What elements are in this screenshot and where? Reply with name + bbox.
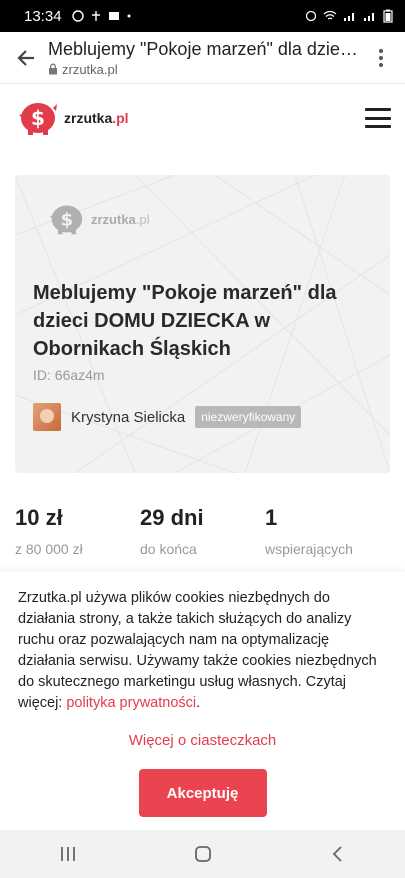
campaign-title: Meblujemy "Pokoje marzeń" dla dzieci DOM… bbox=[33, 282, 337, 360]
campaign-stats: 10 zł z 80 000 zł 29 dni do końca 1 wspi… bbox=[15, 505, 390, 557]
stat-value: 29 dni bbox=[140, 505, 204, 530]
more-about-cookies-link[interactable]: Więcej o ciasteczkach bbox=[18, 732, 387, 749]
back-arrow-icon[interactable] bbox=[6, 38, 46, 78]
stat-raised: 10 zł z 80 000 zł bbox=[15, 505, 140, 557]
author-avatar[interactable] bbox=[33, 403, 61, 431]
stat-days-left: 29 dni do końca bbox=[140, 505, 265, 557]
accept-cookies-button[interactable]: Akceptuję bbox=[138, 769, 267, 817]
author-name[interactable]: Krystyna Sielicka bbox=[71, 409, 185, 426]
campaign-author: Krystyna Sielicka niezweryfikowany bbox=[33, 403, 302, 431]
cookie-banner: Zrzutka.pl używa plików cookies niezbędn… bbox=[0, 572, 405, 830]
unverified-badge: niezweryfikowany bbox=[195, 406, 302, 428]
home-icon[interactable] bbox=[178, 834, 228, 874]
android-nav-bar bbox=[0, 830, 405, 878]
url-display: zrzutka.pl bbox=[48, 62, 363, 77]
campaign-hero-card: $ zrzutka.pl Meblujemy "Pokoje marzeń" d… bbox=[15, 175, 390, 473]
signal-icon bbox=[344, 13, 354, 21]
notification-icon bbox=[91, 11, 100, 21]
piggy-bank-logo-icon: $ bbox=[19, 103, 57, 135]
site-header: $ zrzutka.pl bbox=[0, 84, 405, 152]
stat-label: do końca bbox=[140, 541, 197, 557]
back-nav-icon[interactable] bbox=[313, 834, 363, 874]
stat-supporters: 1 wspierających bbox=[265, 505, 390, 557]
hero-logo-text: zrzutka.pl bbox=[91, 211, 150, 227]
address-area[interactable]: Meblujemy "Pokoje marzeń" dla dzie… zrzu… bbox=[48, 39, 363, 77]
system-icons bbox=[305, 9, 393, 23]
stat-label: wspierających bbox=[265, 541, 353, 557]
recent-apps-icon[interactable] bbox=[43, 834, 93, 874]
dot-icon bbox=[127, 14, 131, 18]
status-time: 13:34 bbox=[24, 7, 62, 25]
svg-text:$: $ bbox=[31, 106, 45, 130]
cookie-text: Zrzutka.pl używa plików cookies niezbędn… bbox=[18, 590, 377, 711]
privacy-policy-link[interactable]: polityka prywatności bbox=[66, 695, 196, 711]
alarm-icon bbox=[305, 10, 317, 22]
logo-text: zrzutka.pl bbox=[64, 110, 129, 126]
page-title: Meblujemy "Pokoje marzeń" dla dzie… bbox=[48, 38, 358, 59]
wifi-icon bbox=[323, 10, 337, 20]
stat-value: 10 zł bbox=[15, 505, 63, 530]
url-text: zrzutka.pl bbox=[62, 61, 118, 77]
lock-icon bbox=[49, 63, 57, 75]
piggy-bank-logo-icon: $ bbox=[49, 205, 83, 235]
browser-toolbar: Meblujemy "Pokoje marzeń" dla dzie… zrzu… bbox=[0, 32, 405, 84]
more-options-icon[interactable] bbox=[363, 38, 399, 78]
svg-text:$: $ bbox=[61, 209, 74, 230]
signal-icon bbox=[364, 13, 374, 21]
stat-value: 1 bbox=[265, 505, 278, 530]
battery-icon bbox=[383, 9, 393, 23]
messenger-icon bbox=[71, 10, 84, 22]
campaign-id: ID: 66az4m bbox=[33, 367, 105, 383]
site-logo[interactable]: $ zrzutka.pl bbox=[14, 98, 129, 138]
notification-icons bbox=[71, 10, 132, 22]
hamburger-menu-icon[interactable] bbox=[365, 108, 391, 128]
hero-logo: $ zrzutka.pl bbox=[45, 201, 150, 237]
image-icon bbox=[108, 12, 119, 20]
status-bar: 13:34 bbox=[0, 0, 405, 32]
stat-label: z 80 000 zł bbox=[15, 541, 83, 557]
